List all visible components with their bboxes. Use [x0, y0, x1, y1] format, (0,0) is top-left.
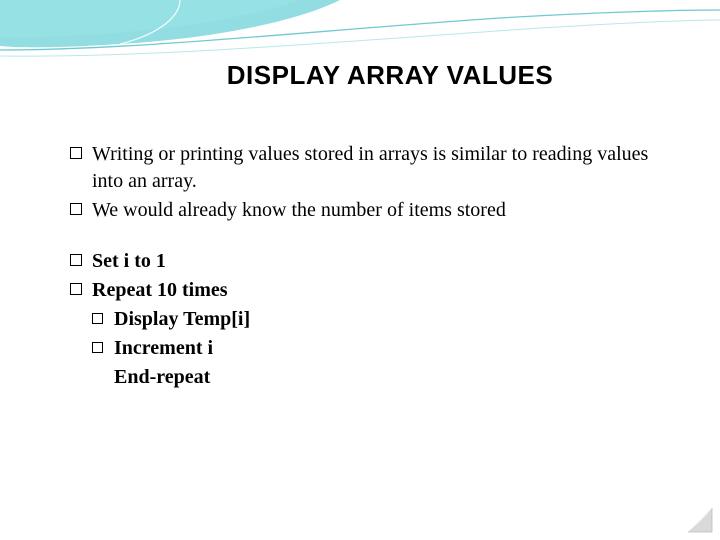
slide-body: Writing or printing values stored in arr…: [70, 141, 650, 391]
code-line-indent: Increment i: [70, 335, 650, 362]
slide: DISPLAY ARRAY VALUES Writing or printing…: [0, 0, 720, 540]
code-line: Set i to 1: [70, 248, 650, 275]
bullet-text: Writing or printing values stored in arr…: [92, 143, 648, 192]
bullet-item: Writing or printing values stored in arr…: [70, 141, 650, 195]
code-text: Set i to 1: [92, 250, 166, 272]
code-line-indent: Display Temp[i]: [70, 306, 650, 333]
code-text: Repeat 10 times: [92, 279, 228, 301]
bullet-text: We would already know the number of item…: [92, 199, 506, 221]
slide-title: DISPLAY ARRAY VALUES: [70, 60, 650, 91]
code-text: Increment i: [114, 337, 213, 359]
bullet-item: We would already know the number of item…: [70, 197, 650, 224]
code-line: Repeat 10 times: [70, 277, 650, 304]
code-line-end: End-repeat: [70, 364, 650, 391]
code-text: Display Temp[i]: [114, 308, 250, 330]
page-curl-icon: [686, 506, 714, 534]
code-text: End-repeat: [114, 366, 210, 388]
